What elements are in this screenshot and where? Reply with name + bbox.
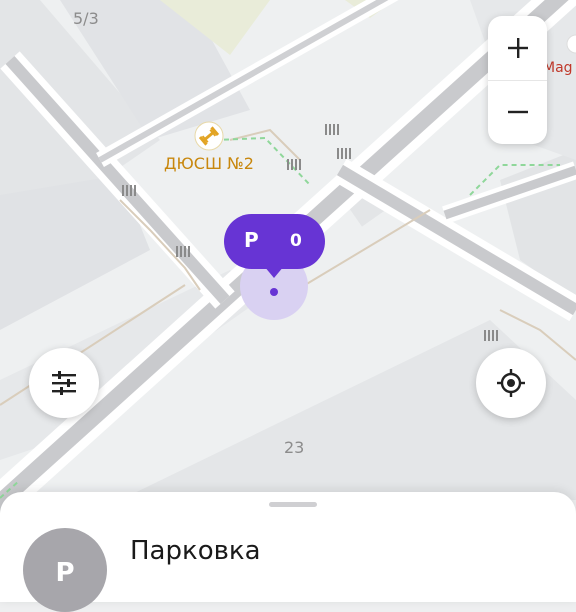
sport-school-label[interactable]: ДЮСШ №2 [164,154,254,173]
parking-letter: P [244,228,259,252]
parking-avatar: P [23,528,107,612]
house-number-label: 5/3 [73,9,99,28]
avatar-letter: P [55,558,75,588]
locate-me-button[interactable] [476,348,546,418]
zoom-out-button[interactable] [488,80,547,144]
minus-icon [507,110,528,114]
house-number-label: 23 [284,438,305,457]
parking-count: 0 [290,231,302,251]
bottom-sheet[interactable]: P Парковка [0,492,576,612]
crosshair-icon [497,369,525,397]
location-dot [270,288,278,296]
filter-button[interactable] [29,348,99,418]
zoom-in-button[interactable] [488,16,547,80]
sheet-title: Парковка [130,536,261,566]
zoom-controls [488,16,547,144]
store-label[interactable]: Mag [543,60,573,76]
parking-pin[interactable]: P 0 [224,214,325,269]
plus-icon [507,38,528,58]
zoom-divider [488,80,547,81]
sport-school-icon [194,121,224,151]
drag-handle[interactable] [269,502,317,507]
sliders-icon [52,371,76,395]
pin-pointer [264,266,284,278]
